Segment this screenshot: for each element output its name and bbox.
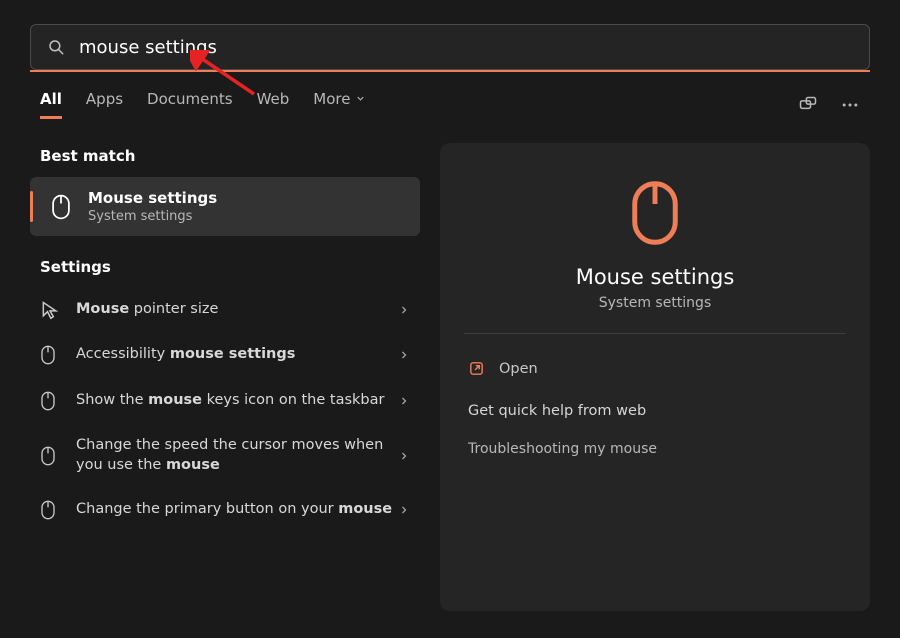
open-label: Open — [499, 361, 538, 377]
detail-subtitle: System settings — [462, 295, 848, 311]
chat-icon[interactable] — [798, 95, 818, 115]
detail-title: Mouse settings — [462, 265, 848, 289]
chevron-right-icon — [398, 450, 410, 462]
help-link[interactable]: Troubleshooting my mouse — [462, 423, 848, 459]
best-match-result[interactable]: Mouse settings System settings — [30, 177, 420, 236]
open-action[interactable]: Open — [462, 352, 848, 385]
settings-item-4[interactable]: Change the primary button on your mouse — [30, 487, 420, 533]
settings-item-3[interactable]: Change the speed the cursor moves when y… — [30, 424, 420, 487]
search-filter-tabs: All Apps Documents Web More — [40, 90, 366, 119]
search-box[interactable] — [30, 24, 870, 70]
tab-documents[interactable]: Documents — [147, 90, 233, 119]
help-heading: Get quick help from web — [462, 385, 848, 423]
result-detail-panel: Mouse settings System settings Open Get … — [440, 143, 870, 611]
tab-all[interactable]: All — [40, 90, 62, 119]
tab-apps[interactable]: Apps — [86, 90, 123, 119]
search-input[interactable] — [79, 37, 853, 58]
settings-item-0[interactable]: Mouse pointer size — [30, 288, 420, 332]
search-icon — [47, 38, 65, 56]
chevron-right-icon — [398, 504, 410, 516]
settings-item-label: Change the speed the cursor moves when y… — [76, 436, 398, 475]
mouse-icon — [40, 390, 62, 412]
best-match-subtitle: System settings — [88, 209, 217, 224]
more-options-icon[interactable] — [840, 95, 860, 115]
divider — [464, 333, 846, 334]
tab-more[interactable]: More — [313, 90, 366, 119]
mouse-icon — [40, 344, 62, 366]
chevron-right-icon — [398, 304, 410, 316]
settings-item-label: Accessibility mouse settings — [76, 345, 398, 365]
mouse-large-icon — [462, 177, 848, 249]
settings-item-label: Change the primary button on your mouse — [76, 500, 398, 520]
best-match-heading: Best match — [30, 143, 420, 177]
best-match-title: Mouse settings — [88, 189, 217, 207]
settings-item-1[interactable]: Accessibility mouse settings — [30, 332, 420, 378]
cursor-icon — [40, 300, 62, 320]
settings-item-label: Mouse pointer size — [76, 300, 398, 320]
settings-item-2[interactable]: Show the mouse keys icon on the taskbar — [30, 378, 420, 424]
chevron-down-icon — [355, 90, 366, 108]
tab-web[interactable]: Web — [257, 90, 290, 119]
chevron-right-icon — [398, 349, 410, 361]
mouse-icon — [40, 499, 62, 521]
open-icon — [468, 360, 485, 377]
settings-item-label: Show the mouse keys icon on the taskbar — [76, 391, 398, 411]
mouse-icon — [50, 193, 72, 221]
chevron-right-icon — [398, 395, 410, 407]
settings-heading: Settings — [30, 254, 420, 288]
mouse-icon — [40, 445, 62, 467]
